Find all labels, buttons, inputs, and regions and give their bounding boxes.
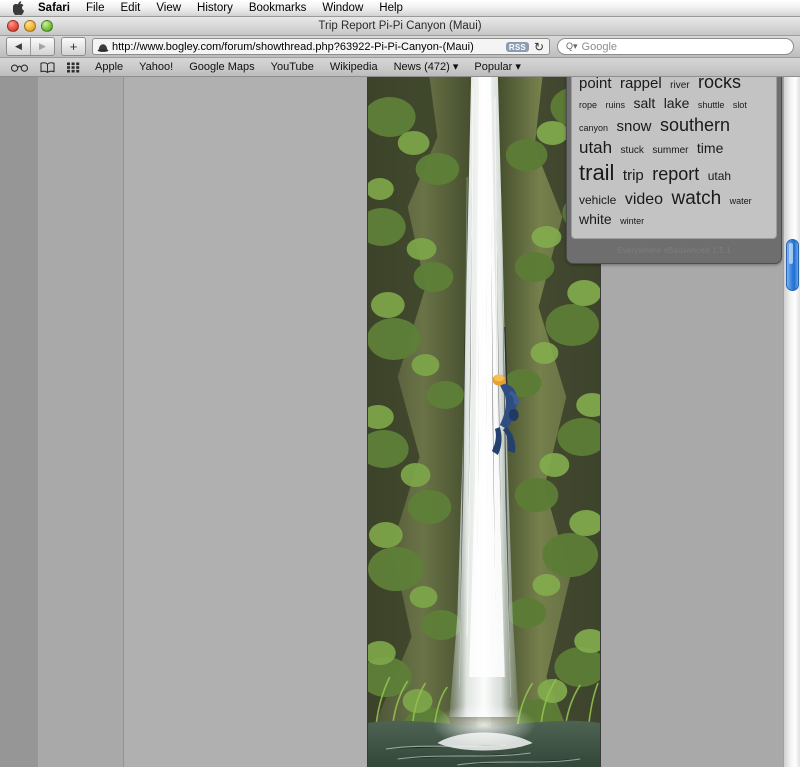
site-favicon-icon: [97, 41, 109, 52]
tag-link[interactable]: shuttle: [698, 100, 725, 110]
page-content-area: point rappel river rocks rope ruins salt…: [0, 77, 800, 767]
reload-icon[interactable]: ↻: [534, 41, 544, 53]
tag-link[interactable]: vehicle: [579, 193, 616, 207]
menu-item-window[interactable]: Window: [314, 0, 371, 16]
tag-link[interactable]: canyon: [579, 123, 608, 133]
tag-link[interactable]: lake: [664, 95, 690, 111]
tag-link[interactable]: slot: [733, 100, 747, 110]
back-button[interactable]: ◀: [7, 38, 30, 55]
scrollbar-thumb[interactable]: [786, 239, 799, 291]
tag-link[interactable]: river: [670, 80, 689, 91]
safari-window: Trip Report Pi-Pi Canyon (Maui) ◀ ▶ + ht…: [0, 17, 800, 767]
bookmarks-bar: Apple Yahoo! Google Maps YouTube Wikiped…: [0, 58, 800, 77]
menu-item-help[interactable]: Help: [371, 0, 411, 16]
tag-link[interactable]: southern: [660, 115, 730, 135]
tag-link[interactable]: utah: [579, 138, 612, 157]
tag-cloud-module: point rappel river rocks rope ruins salt…: [566, 77, 782, 265]
tag-link[interactable]: summer: [652, 145, 688, 156]
menu-item-bookmarks[interactable]: Bookmarks: [241, 0, 315, 16]
apple-logo-icon[interactable]: [8, 1, 30, 15]
bookmark-popular[interactable]: Popular ▾: [467, 59, 528, 75]
bookmark-yahoo[interactable]: Yahoo!: [132, 59, 180, 75]
tag-link[interactable]: trail: [579, 160, 614, 185]
window-controls: [7, 20, 53, 32]
rss-badge[interactable]: RSS: [505, 41, 529, 52]
tag-link[interactable]: rope: [579, 100, 597, 110]
menu-item-file[interactable]: File: [78, 0, 113, 16]
bookmark-wikipedia[interactable]: Wikipedia: [323, 59, 385, 75]
zoom-button[interactable]: [41, 20, 53, 32]
add-bookmark-button[interactable]: +: [61, 37, 86, 56]
menu-item-edit[interactable]: Edit: [113, 0, 149, 16]
bookmark-apple[interactable]: Apple: [88, 59, 130, 75]
mac-menu-bar: Safari File Edit View History Bookmarks …: [0, 0, 800, 17]
tag-link[interactable]: point: [579, 77, 612, 92]
menu-item-safari[interactable]: Safari: [30, 0, 78, 16]
forward-button[interactable]: ▶: [30, 38, 54, 55]
navigation-buttons: ◀ ▶: [6, 37, 55, 56]
vertical-scrollbar[interactable]: [783, 77, 800, 767]
bookmark-google-maps[interactable]: Google Maps: [182, 59, 261, 75]
chevron-down-icon: ▾: [512, 61, 521, 73]
tag-link[interactable]: white: [579, 211, 612, 227]
bookmark-popular-label: Popular: [474, 61, 513, 73]
forum-page-body: point rappel river rocks rope ruins salt…: [38, 77, 783, 767]
url-text: http://www.bogley.com/forum/showthread.p…: [112, 40, 474, 53]
tag-cloud-box: point rappel river rocks rope ruins salt…: [571, 77, 777, 240]
bookmark-news-label: News (472): [393, 61, 450, 73]
tag-link[interactable]: video: [625, 191, 663, 208]
tag-link[interactable]: rappel: [620, 77, 662, 92]
tag-cloud-footer: Everywhere vBadvanced 1.5.1: [617, 246, 731, 256]
search-input[interactable]: Q▾ Google: [557, 38, 794, 55]
tag-link[interactable]: stuck: [621, 145, 644, 156]
grid-icon[interactable]: [62, 59, 86, 75]
address-bar[interactable]: http://www.bogley.com/forum/showthread.p…: [92, 38, 550, 55]
book-icon[interactable]: [35, 59, 60, 75]
page-title: Trip Report Pi-Pi Canyon (Maui): [318, 20, 482, 32]
tag-link[interactable]: report: [652, 164, 699, 184]
search-icon[interactable]: Q▾: [566, 41, 578, 52]
bookmark-news[interactable]: News (472) ▾: [387, 59, 466, 75]
minimize-button[interactable]: [24, 20, 36, 32]
window-title-bar: Trip Report Pi-Pi Canyon (Maui): [0, 17, 800, 36]
tag-link[interactable]: trip: [623, 167, 644, 184]
tag-link[interactable]: time: [697, 140, 723, 156]
tag-link[interactable]: watch: [672, 188, 722, 209]
tag-link[interactable]: water: [730, 196, 752, 206]
browser-toolbar: ◀ ▶ + http://www.bogley.com/forum/showth…: [0, 36, 800, 58]
chevron-down-icon: ▾: [449, 61, 459, 73]
tag-link[interactable]: snow: [616, 118, 651, 135]
tag-link[interactable]: utah: [708, 169, 731, 183]
search-placeholder: Google: [581, 40, 618, 53]
menu-item-view[interactable]: View: [148, 0, 189, 16]
tag-link[interactable]: salt: [633, 95, 655, 111]
bookmark-youtube[interactable]: YouTube: [264, 59, 321, 75]
main-column: [123, 77, 601, 767]
tag-link[interactable]: rocks: [698, 77, 741, 92]
menu-item-history[interactable]: History: [189, 0, 241, 16]
tag-link[interactable]: ruins: [605, 100, 625, 110]
reading-glasses-icon[interactable]: [6, 59, 33, 75]
close-button[interactable]: [7, 20, 19, 32]
tag-link[interactable]: winter: [620, 216, 644, 226]
